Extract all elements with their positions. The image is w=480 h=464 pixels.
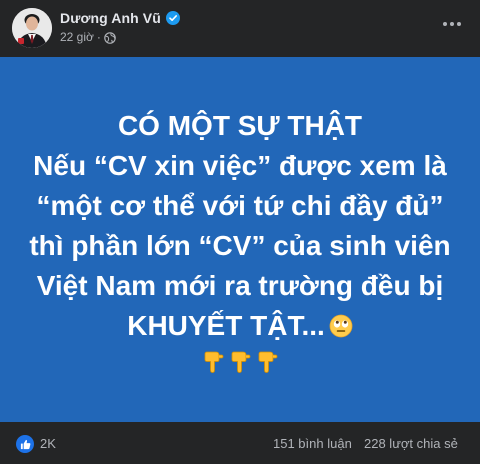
profile-photo [12, 8, 52, 48]
post-header: Dương Anh Vũ 22 giờ · [0, 0, 480, 56]
author-row: Dương Anh Vũ [60, 9, 180, 27]
post-text-line-3: “một cơ thể với tứ chi đầy đủ” [36, 189, 444, 221]
post-content-background: CÓ MỘT SỰ THẬT Nếu “CV xin việc” được xe… [0, 57, 480, 422]
post-stats-bar: 2K 151 bình luận 228 lượt chia sẻ [0, 422, 480, 464]
post-text-line-5: Việt Nam mới ra trường đều bị [36, 269, 444, 301]
post-text-line-6-text: KHUYẾT TẬT... [127, 309, 325, 341]
globe-icon[interactable] [104, 31, 116, 44]
rolling-eyes-face-icon [329, 309, 353, 337]
meta-separator: · [96, 30, 101, 44]
post-timestamp[interactable]: 22 giờ [60, 30, 94, 44]
verified-badge-icon [165, 11, 180, 25]
post-text-line-1: CÓ MỘT SỰ THẬT [117, 109, 363, 141]
author-name[interactable]: Dương Anh Vũ [60, 10, 161, 26]
post-text-line-6: KHUYẾT TẬT... [127, 306, 353, 346]
post-text-line-2: Nếu “CV xin việc” được xem là [33, 149, 447, 181]
like-icon[interactable] [16, 435, 34, 453]
reaction-count[interactable]: 2K [40, 436, 56, 451]
pointing-down-emojis [201, 350, 279, 374]
share-count[interactable]: 228 lượt chia sẻ [364, 436, 458, 451]
more-horizontal-icon [443, 22, 447, 26]
author-avatar[interactable] [12, 8, 52, 48]
post-text-line-4: thì phần lớn “CV” của sinh viên [29, 229, 451, 261]
more-options-button[interactable] [436, 12, 468, 36]
pointing-down-hand-icon [255, 350, 279, 374]
post-meta: 22 giờ · [60, 30, 116, 44]
pointing-down-hand-icon [201, 350, 225, 374]
comment-count[interactable]: 151 bình luận [273, 436, 352, 451]
pointing-down-hand-icon [228, 350, 252, 374]
